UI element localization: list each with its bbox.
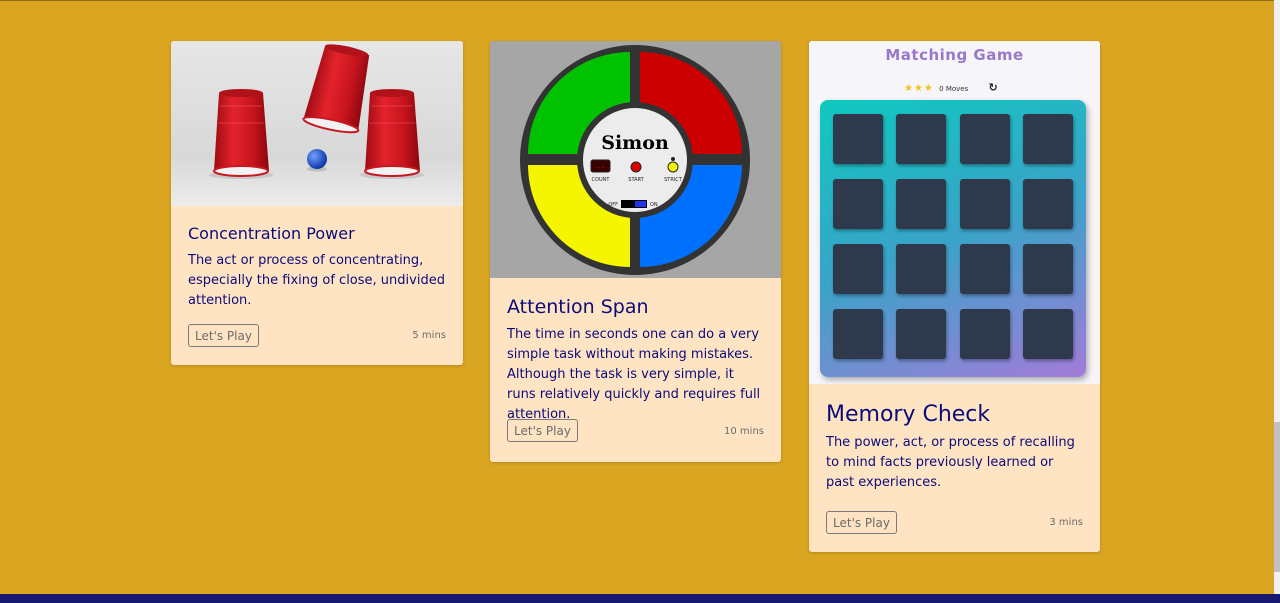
memory-tile[interactable] <box>833 114 883 164</box>
game-card-attention: Simon -- COUNT START STRICT OFF ON Atten… <box>490 41 781 462</box>
lets-play-button[interactable]: Let's Play <box>188 324 259 347</box>
duration-label: 5 mins <box>412 330 446 341</box>
lets-play-button[interactable]: Let's Play <box>826 511 897 534</box>
start-label: START <box>628 177 644 183</box>
memory-tile[interactable] <box>896 244 946 294</box>
count-label: COUNT <box>592 177 611 183</box>
memory-tile[interactable] <box>896 114 946 164</box>
card-deck <box>820 100 1086 377</box>
matching-game-image: Matching Game ★★★ 0 Moves ↻ <box>809 41 1100 384</box>
card-description: The power, act, or process of recalling … <box>826 435 1075 490</box>
restart-icon[interactable]: ↻ <box>988 81 997 94</box>
star-rating-icon: ★★★ <box>904 83 934 94</box>
memory-tile[interactable] <box>960 244 1010 294</box>
card-title: Concentration Power <box>188 224 355 243</box>
start-button[interactable] <box>630 161 642 173</box>
matching-game-title: Matching Game <box>885 46 1024 64</box>
top-border <box>0 0 1280 1</box>
on-label: ON <box>650 202 658 208</box>
simon-title: Simon <box>601 132 669 154</box>
card-description: The act or process of concentrating, esp… <box>188 253 445 308</box>
duration-label: 10 mins <box>724 426 764 437</box>
lets-play-button[interactable]: Let's Play <box>507 419 578 442</box>
vertical-scrollbar[interactable] <box>1274 0 1280 594</box>
count-display: -- <box>596 163 606 172</box>
memory-tile[interactable] <box>960 309 1010 359</box>
game-card-concentration: Concentration Power The act or process o… <box>171 41 463 365</box>
memory-tile[interactable] <box>1023 244 1073 294</box>
memory-tile[interactable] <box>833 179 883 229</box>
strict-label: STRICT <box>664 177 683 183</box>
moves-counter: 0 Moves <box>939 85 969 93</box>
memory-tile[interactable] <box>1023 309 1073 359</box>
memory-tile[interactable] <box>833 309 883 359</box>
scrollbar-thumb[interactable] <box>1274 422 1280 572</box>
memory-tile[interactable] <box>960 114 1010 164</box>
strict-indicator <box>671 157 675 161</box>
memory-tile[interactable] <box>896 179 946 229</box>
card-title: Attention Span <box>507 296 649 318</box>
memory-tile[interactable] <box>896 309 946 359</box>
memory-tile[interactable] <box>1023 179 1073 229</box>
off-label: OFF <box>608 202 618 208</box>
simon-game-image: Simon -- COUNT START STRICT OFF ON <box>490 41 781 278</box>
card-description: The time in seconds one can do a very si… <box>507 327 761 422</box>
game-card-memory: Matching Game ★★★ 0 Moves ↻ Memory Check <box>809 41 1100 552</box>
strict-button[interactable] <box>667 161 679 173</box>
card-title: Memory Check <box>826 402 991 427</box>
memory-tile[interactable] <box>833 244 883 294</box>
memory-tile[interactable] <box>960 179 1010 229</box>
duration-label: 3 mins <box>1049 517 1083 528</box>
page-footer <box>0 594 1280 603</box>
memory-tile[interactable] <box>1023 114 1073 164</box>
cups-and-ball-image <box>171 41 463 206</box>
score-panel: ★★★ 0 Moves ↻ <box>904 81 998 94</box>
